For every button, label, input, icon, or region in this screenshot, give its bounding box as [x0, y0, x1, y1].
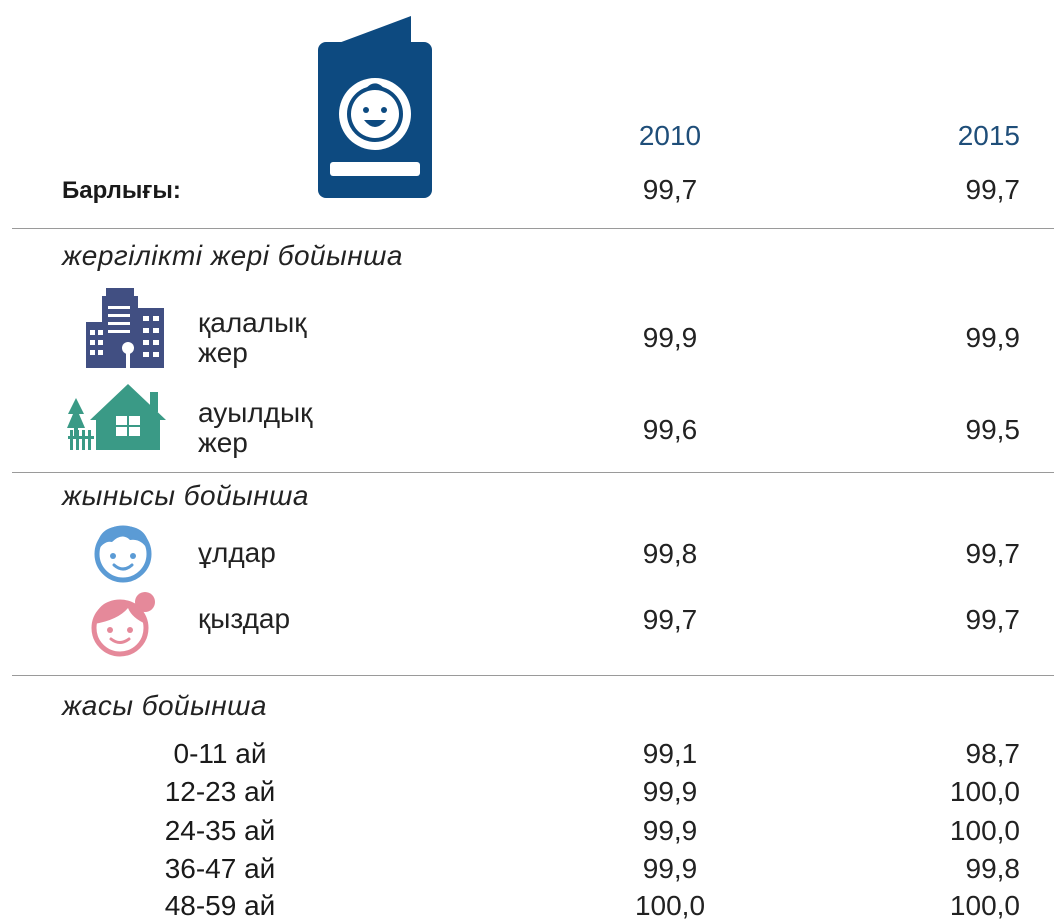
rural-value-2010: 99,6 — [642, 414, 698, 445]
urban-label-line1: қалалық — [198, 307, 307, 338]
total-label: Барлығы: — [62, 177, 181, 204]
age-row-label: 12-23 ай — [164, 776, 276, 807]
divider — [12, 675, 1054, 676]
urban-label: қалалық жер — [198, 308, 306, 368]
urban-label-line2: жер — [198, 337, 248, 368]
age-row-value-2010: 100,0 — [634, 890, 706, 921]
section-title-residence: жергілікті жері бойынша — [62, 240, 403, 271]
section-title-age: жасы бойынша — [62, 690, 267, 721]
boys-label: ұлдар — [198, 537, 276, 568]
year-2010-header: 2010 — [638, 120, 702, 151]
girls-value-2010: 99,7 — [642, 604, 698, 635]
total-value-2015: 99,7 — [965, 174, 1021, 205]
urban-value-2010: 99,9 — [642, 322, 698, 353]
birth-certificate-icon — [316, 14, 434, 200]
year-2015-header: 2015 — [957, 120, 1020, 151]
age-row-label: 0-11 ай — [173, 738, 267, 769]
rural-value-2015: 99,5 — [965, 414, 1021, 445]
divider — [12, 228, 1054, 229]
age-row-value-2015: 100,0 — [949, 815, 1020, 846]
village-house-icon — [66, 380, 170, 452]
age-row-value-2015: 100,0 — [949, 890, 1020, 921]
boys-value-2015: 99,7 — [965, 538, 1021, 569]
age-row-label: 48-59 ай — [164, 890, 276, 921]
total-value-2010: 99,7 — [642, 174, 698, 205]
city-buildings-icon — [86, 288, 164, 368]
age-row-value-2010: 99,9 — [642, 776, 698, 807]
section-title-sex: жынысы бойынша — [62, 480, 309, 511]
age-row-value-2015: 98,7 — [965, 738, 1021, 769]
rural-label: ауылдық жер — [198, 398, 312, 458]
girls-value-2015: 99,7 — [965, 604, 1021, 635]
girls-label: қыздар — [198, 603, 291, 634]
age-row-value-2010: 99,1 — [642, 738, 698, 769]
boy-face-icon — [92, 520, 154, 584]
rural-label-line2: жер — [198, 427, 248, 458]
rural-label-line1: ауылдық — [198, 397, 313, 428]
girl-face-icon — [88, 588, 158, 658]
age-row-value-2015: 100,0 — [949, 776, 1020, 807]
urban-value-2015: 99,9 — [965, 322, 1021, 353]
age-row-value-2010: 99,9 — [642, 815, 698, 846]
age-row-value-2015: 99,8 — [965, 853, 1021, 884]
divider — [12, 472, 1054, 473]
age-row-label: 36-47 ай — [164, 853, 276, 884]
boys-value-2010: 99,8 — [642, 538, 698, 569]
age-row-label: 24-35 ай — [164, 815, 276, 846]
age-row-value-2010: 99,9 — [642, 853, 698, 884]
